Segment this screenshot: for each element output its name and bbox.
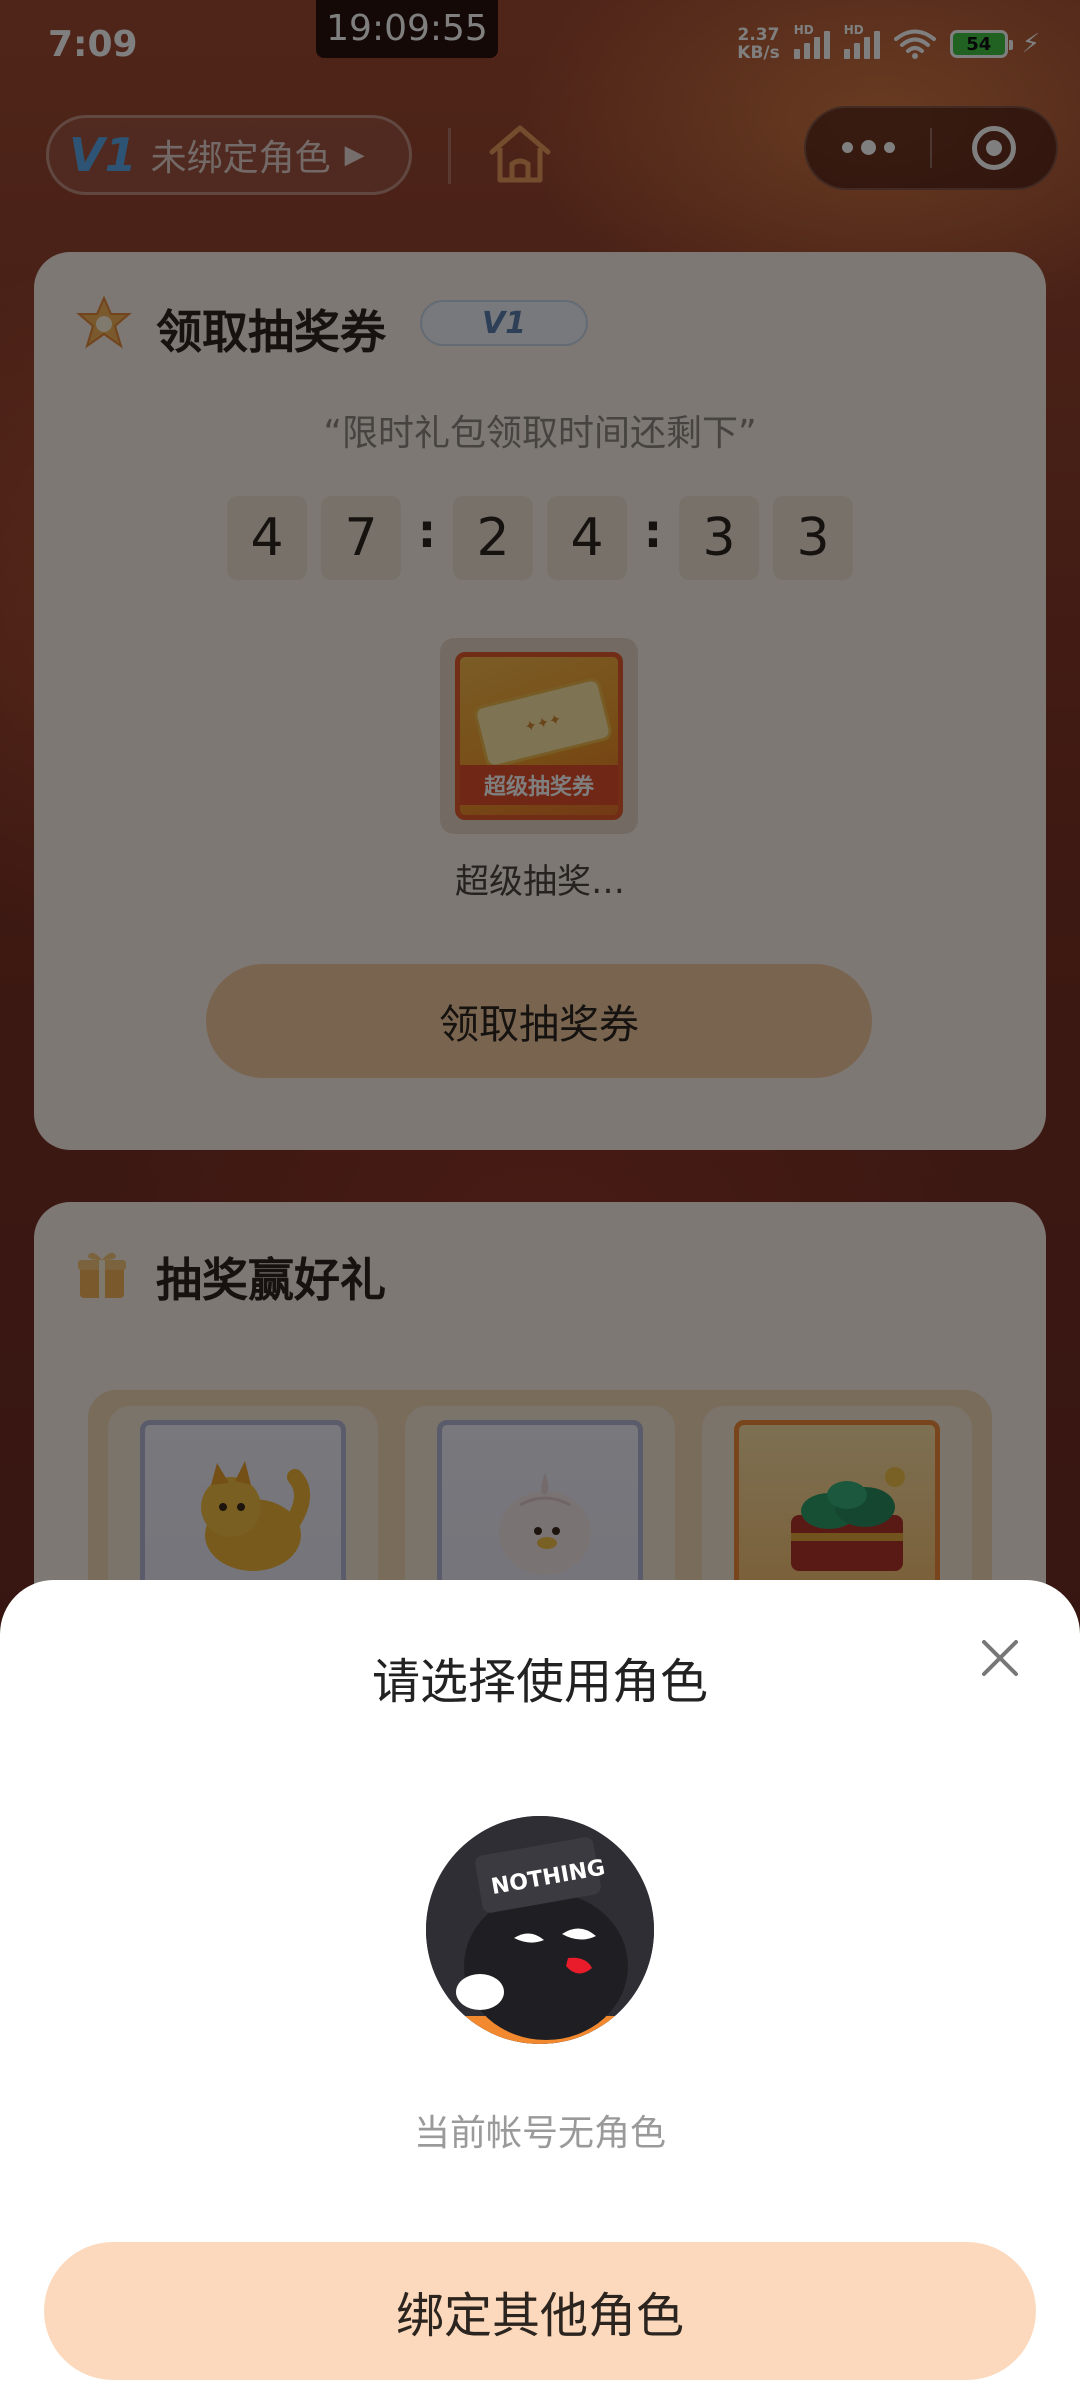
bind-other-role-button[interactable]: 绑定其他角色 <box>44 2242 1036 2380</box>
no-role-message: 当前帐号无角色 <box>413 2113 666 2154</box>
avatar: NOTHING <box>426 1816 654 2044</box>
sheet-title: 请选择使用角色 <box>371 1654 708 1710</box>
role-select-sheet: 请选择使用角色 NOTHING 当前帐号无角色 绑定其他角色 <box>0 1580 1080 2400</box>
avatar-image: NOTHING <box>426 1816 654 2044</box>
close-icon[interactable] <box>974 1632 1026 1684</box>
